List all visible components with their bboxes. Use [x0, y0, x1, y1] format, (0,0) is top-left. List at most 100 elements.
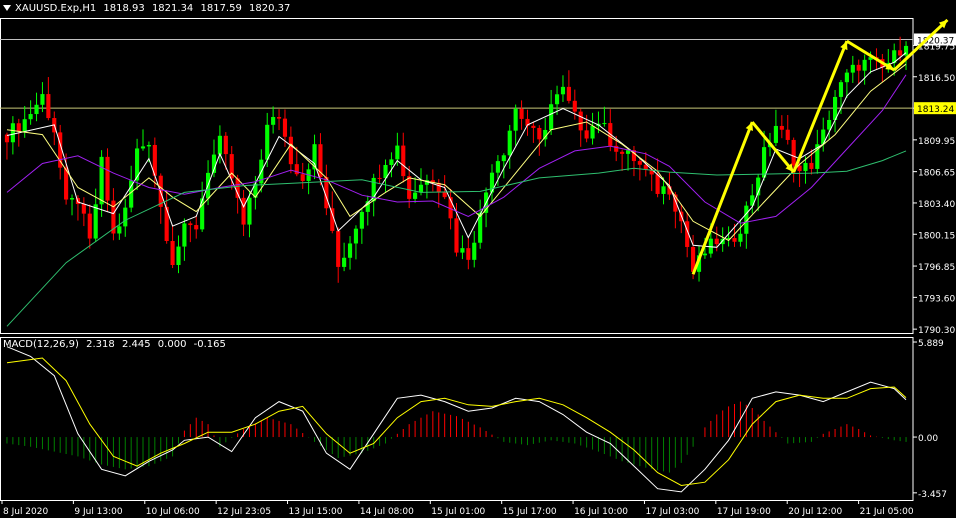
candle-body[interactable]: [661, 186, 666, 194]
candle-body[interactable]: [117, 226, 122, 234]
candle-body[interactable]: [176, 246, 181, 265]
dropdown-triangle-icon[interactable]: [3, 5, 11, 11]
candle-body[interactable]: [501, 155, 506, 162]
candle-body[interactable]: [844, 72, 849, 83]
candle-body[interactable]: [276, 116, 282, 119]
candle-body[interactable]: [342, 257, 347, 267]
candle-body[interactable]: [389, 159, 394, 165]
candle-body[interactable]: [188, 223, 193, 226]
candle-body[interactable]: [359, 211, 364, 229]
candle-body[interactable]: [407, 176, 412, 199]
candle-body[interactable]: [655, 174, 660, 194]
candle-body[interactable]: [738, 233, 743, 242]
candle-body[interactable]: [519, 108, 524, 119]
candle-body[interactable]: [602, 123, 607, 125]
candle-body[interactable]: [572, 100, 577, 112]
candle-body[interactable]: [578, 111, 583, 131]
candle-body[interactable]: [347, 243, 353, 258]
candle-body[interactable]: [560, 86, 566, 95]
candle-body[interactable]: [377, 177, 382, 179]
candle-body[interactable]: [472, 242, 477, 260]
candle-body[interactable]: [87, 213, 92, 239]
open-value: 1818.93: [103, 3, 145, 14]
candle-body[interactable]: [454, 218, 459, 253]
candle-body[interactable]: [773, 125, 778, 143]
candle-body[interactable]: [135, 148, 140, 181]
candle-body[interactable]: [708, 238, 713, 254]
candle-body[interactable]: [537, 127, 542, 140]
candle-body[interactable]: [702, 253, 708, 256]
candle-body[interactable]: [28, 114, 33, 120]
candle-body[interactable]: [779, 125, 784, 130]
candle-body[interactable]: [507, 130, 512, 156]
candle-body[interactable]: [300, 174, 305, 181]
candle-body[interactable]: [241, 197, 246, 225]
chart-canvas[interactable]: 1819.751816.501813.241809.951806.651803.…: [0, 0, 956, 518]
candle-body[interactable]: [69, 198, 75, 200]
candle-body[interactable]: [762, 147, 767, 178]
candle-body[interactable]: [247, 197, 252, 225]
price-y-tick-label: 1790.30: [918, 326, 955, 336]
candle-body[interactable]: [170, 240, 175, 265]
candle-body[interactable]: [217, 135, 222, 155]
candle-body[interactable]: [81, 204, 86, 214]
candle-body[interactable]: [803, 162, 808, 172]
time-axis-label: 8 Jul 2020: [3, 507, 48, 517]
candle-body[interactable]: [105, 156, 110, 201]
price-chart-header: XAUUSD.Exp,H1 1818.93 1821.34 1817.59 18…: [3, 3, 294, 14]
candle-body[interactable]: [898, 50, 903, 56]
candle-body[interactable]: [99, 156, 104, 205]
candle-body[interactable]: [554, 94, 560, 105]
candle-body[interactable]: [146, 144, 151, 147]
candle-body[interactable]: [40, 94, 45, 105]
candle-body[interactable]: [584, 130, 589, 139]
candle-body[interactable]: [140, 146, 146, 149]
candle-body[interactable]: [271, 116, 276, 125]
candle-body[interactable]: [466, 248, 471, 260]
candle-body[interactable]: [460, 248, 465, 253]
candle-body[interactable]: [637, 161, 642, 165]
candle-body[interactable]: [850, 64, 855, 73]
candle-body[interactable]: [791, 139, 796, 166]
candle-body[interactable]: [123, 207, 128, 227]
candle-body[interactable]: [294, 164, 299, 175]
candle-body[interactable]: [46, 94, 51, 119]
candle-body[interactable]: [336, 230, 341, 267]
candle-body[interactable]: [442, 192, 447, 198]
candle-body[interactable]: [265, 124, 270, 160]
candle-body[interactable]: [531, 125, 536, 128]
candle-body[interactable]: [288, 136, 293, 165]
candle-body[interactable]: [495, 161, 500, 173]
candle-body[interactable]: [809, 162, 814, 169]
candle-body[interactable]: [549, 104, 554, 130]
candle-body[interactable]: [34, 104, 39, 115]
candle-body[interactable]: [22, 119, 27, 132]
candle-body[interactable]: [395, 145, 400, 160]
candle-body[interactable]: [566, 86, 571, 101]
candle-body[interactable]: [194, 225, 199, 230]
candle-body[interactable]: [590, 126, 595, 139]
candle-body[interactable]: [862, 59, 867, 71]
candle-body[interactable]: [732, 238, 737, 242]
candle-body[interactable]: [413, 192, 418, 199]
candle-body[interactable]: [401, 145, 406, 177]
candle-body[interactable]: [182, 223, 187, 247]
candle-body[interactable]: [856, 64, 861, 71]
candle-body[interactable]: [93, 204, 98, 239]
candle-body[interactable]: [10, 123, 15, 143]
candle-body[interactable]: [620, 151, 625, 154]
chart-window[interactable]: 1819.751816.501813.241809.951806.651803.…: [0, 0, 956, 518]
candle-body[interactable]: [282, 118, 288, 137]
candle-body[interactable]: [714, 238, 719, 245]
candle-body[interactable]: [513, 108, 518, 131]
symbol-label: XAUUSD.Exp,H1: [15, 3, 97, 14]
wave-arrow-line[interactable]: [792, 40, 849, 173]
candle-body[interactable]: [353, 228, 359, 244]
candle-body[interactable]: [4, 134, 10, 143]
candle-body[interactable]: [223, 135, 228, 155]
candle-body[interactable]: [436, 182, 441, 193]
candle-body[interactable]: [16, 123, 21, 132]
candle-body[interactable]: [785, 129, 790, 140]
candle-body[interactable]: [418, 184, 424, 193]
candle-body[interactable]: [838, 82, 844, 97]
